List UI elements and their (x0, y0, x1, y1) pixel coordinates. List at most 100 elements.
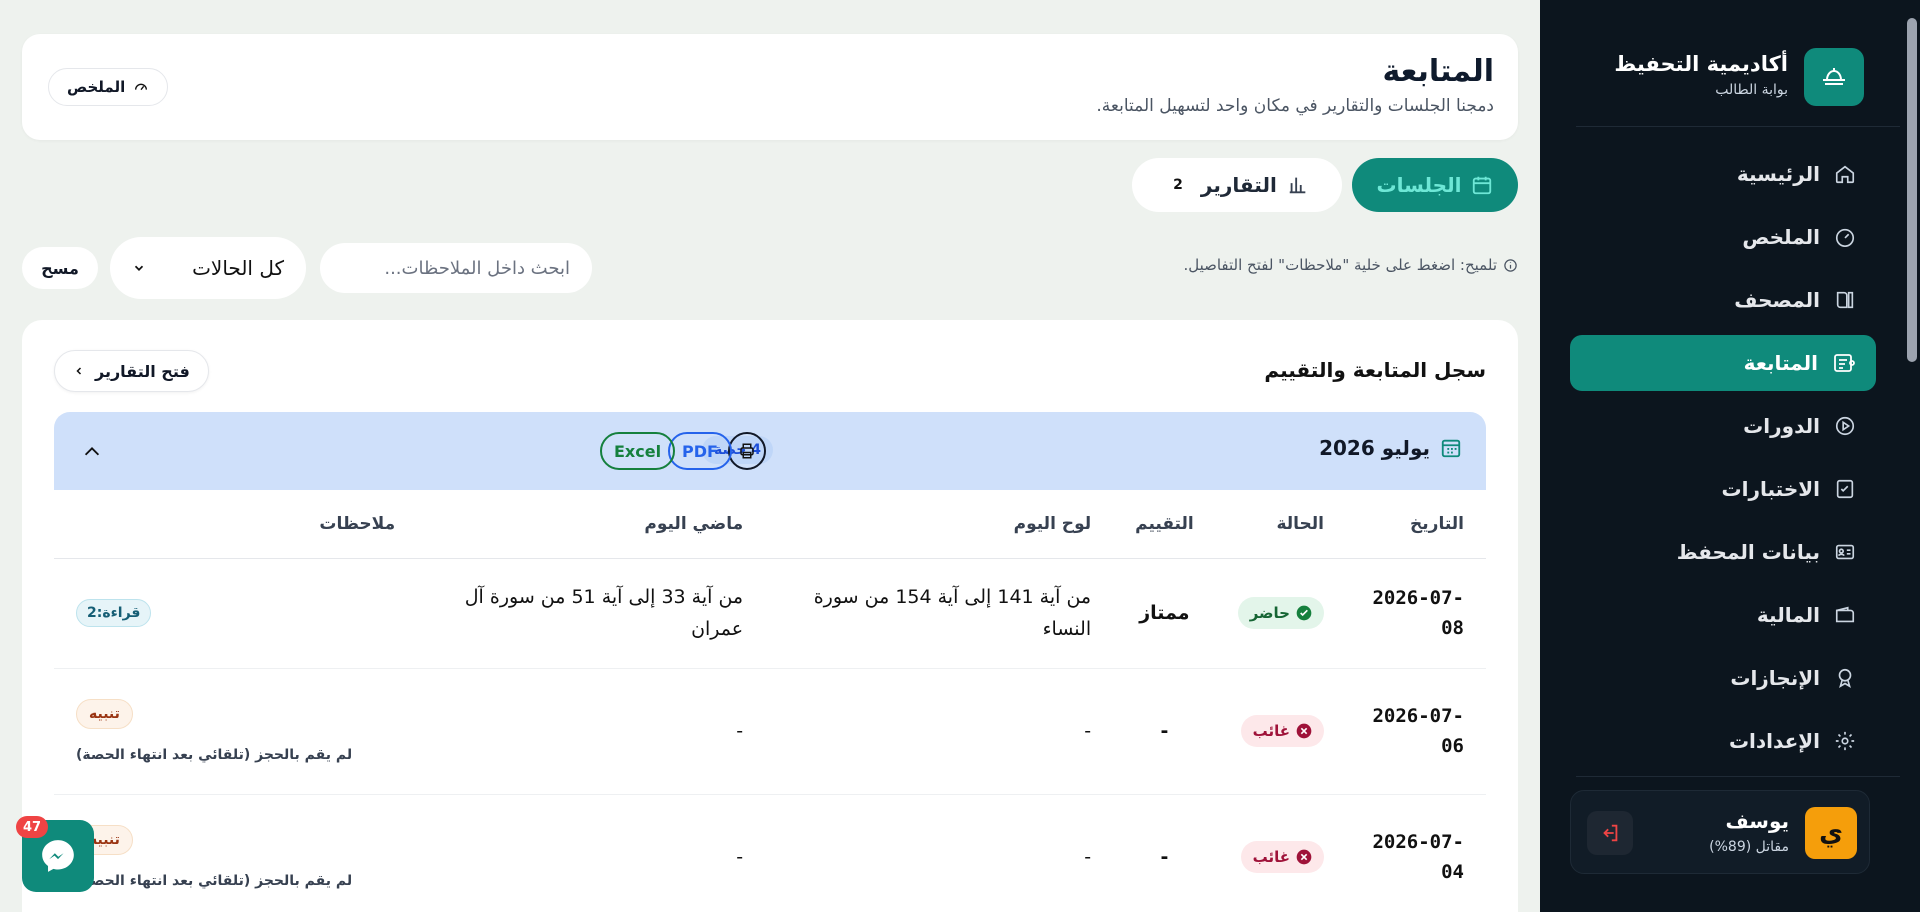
date-cell: 2026-07-06 (1346, 668, 1486, 795)
month-label: يوليو 2026 (1319, 436, 1462, 460)
sidebar-item-label: المصحف (1734, 288, 1820, 312)
page-subtitle: دمجنا الجلسات والتقارير في مكان واحد لتس… (1096, 96, 1494, 116)
calendar-icon (1473, 176, 1492, 195)
status-filter-select[interactable]: كل الحالات (110, 237, 306, 299)
tab-sessions-label: الجلسات (1376, 173, 1462, 197)
export-pdf-button[interactable]: PDF (668, 432, 732, 470)
notes-cell[interactable]: تنبيه لم يقم بالحجز (تلقائي بعد انتهاء ا… (54, 794, 418, 912)
column-header-past: ماضي اليوم (417, 490, 766, 559)
header-card: المتابعة دمجنا الجلسات والتقارير في مكان… (22, 34, 1518, 140)
export-excel-button[interactable]: Excel (600, 432, 676, 470)
checklist-icon (1836, 479, 1854, 499)
academy-logo-icon (1804, 48, 1864, 106)
open-reports-button[interactable]: فتح التقارير (54, 350, 209, 392)
bar-chart-icon (1289, 177, 1306, 194)
sidebar-item-settings[interactable]: الإعدادات (1570, 713, 1876, 769)
tab-reports[interactable]: التقارير 2 (1132, 158, 1342, 212)
reports-count-badge: 2 (1165, 175, 1191, 195)
sidebar-item-home[interactable]: الرئيسية (1570, 146, 1876, 202)
main-content: المتابعة دمجنا الجلسات والتقارير في مكان… (0, 0, 1540, 912)
sidebar-item-tracking[interactable]: المتابعة (1570, 335, 1876, 391)
column-header-date: التاريخ (1346, 490, 1486, 559)
past-cell: - (417, 668, 766, 795)
chevron-up-icon (84, 447, 100, 456)
table-row[interactable]: 2026-07-08 حاضر ممتاز من آية 141 إلى آية… (54, 558, 1486, 669)
sidebar-item-courses[interactable]: الدورات (1570, 398, 1876, 454)
column-header-notes: ملاحظات (54, 490, 418, 559)
status-filter-value: كل الحالات (192, 256, 284, 280)
status-label: حاضر (1249, 604, 1290, 622)
table-row[interactable]: 2026-07-06 غائب - - - تنبيه لم يقم بالحج… (54, 668, 1486, 795)
messenger-icon (42, 840, 74, 872)
sidebar-item-label: المتابعة (1743, 351, 1818, 375)
sidebar-item-mushaf[interactable]: المصحف (1570, 272, 1876, 328)
sidebar-item-label: الملخص (1742, 225, 1820, 249)
tracking-table: التاريخ الحالة التقييم لوح اليوم ماضي ال… (54, 490, 1486, 912)
gauge-icon (135, 83, 148, 91)
page-title: المتابعة (1382, 54, 1494, 89)
sidebar-item-label: بيانات المحفظ (1676, 540, 1820, 564)
user-name: يوسف (1725, 809, 1789, 833)
sidebar-nav: الرئيسية الملخص المصحف المتابعة الدورات … (1570, 146, 1876, 776)
print-button[interactable] (728, 432, 766, 470)
tracking-log-card: سجل المتابعة والتقييم فتح التقارير يوليو… (22, 320, 1518, 912)
sidebar: أكاديمية التحفيظ بوابة الطالب الرئيسية ا… (1540, 0, 1920, 912)
sidebar-item-label: الإعدادات (1728, 729, 1820, 753)
month-text: يوليو 2026 (1319, 436, 1430, 460)
column-header-status: الحالة (1215, 490, 1346, 559)
table-header-row: التاريخ الحالة التقييم لوح اليوم ماضي ال… (54, 490, 1486, 559)
play-circle-icon (1835, 416, 1855, 436)
divider (1576, 776, 1900, 777)
brand: أكاديمية التحفيظ بوابة الطالب (1554, 48, 1864, 108)
brand-subtitle: بوابة الطالب (1715, 82, 1788, 98)
home-icon (1835, 165, 1855, 184)
notes-search-input[interactable] (320, 243, 592, 293)
sidebar-item-label: الدورات (1743, 414, 1820, 438)
grade-cell: ممتاز (1113, 558, 1216, 669)
avatar: ي (1805, 807, 1857, 859)
hint-text: تلميح: اضغط على خلية "ملاحظات" لفتح التف… (1183, 256, 1518, 274)
logout-icon (1603, 824, 1618, 842)
today-cell: - (765, 794, 1114, 912)
status-cell: حاضر (1215, 558, 1346, 669)
logout-button[interactable] (1587, 811, 1633, 855)
sidebar-item-exams[interactable]: الاختبارات (1570, 461, 1876, 517)
collapse-button[interactable] (78, 438, 106, 466)
status-badge: حاضر (1237, 597, 1324, 629)
x-circle-icon (1296, 849, 1312, 865)
warning-badge: تنبيه (76, 699, 133, 729)
hint-label: تلميح: اضغط على خلية "ملاحظات" لفتح التف… (1183, 256, 1497, 274)
clear-filters-button[interactable]: مسح (22, 247, 98, 289)
sidebar-item-finance[interactable]: المالية (1570, 587, 1876, 643)
status-cell: غائب (1215, 668, 1346, 795)
sidebar-item-label: الإنجازات (1730, 666, 1820, 690)
printer-icon (740, 443, 754, 459)
gauge-icon (1835, 228, 1855, 247)
book-icon (1836, 291, 1854, 309)
status-label: غائب (1252, 848, 1290, 866)
log-title: سجل المتابعة والتقييم (1264, 358, 1486, 382)
column-header-today: لوح اليوم (765, 490, 1114, 559)
today-cell: من آية 141 إلى آية 154 من سورة النساء (765, 558, 1114, 669)
scrollbar[interactable] (1904, 0, 1920, 912)
sidebar-item-summary[interactable]: الملخص (1570, 209, 1876, 265)
info-icon (1504, 258, 1517, 272)
note-text: لم يقم بالحجز (تلقائي بعد انتهاء الحصة) (76, 873, 353, 889)
chat-count-badge: 47 (16, 816, 48, 838)
month-group-header[interactable]: يوليو 2026 4 حصة PDF Excel (54, 412, 1486, 490)
date-cell: 2026-07-08 (1346, 558, 1486, 669)
sidebar-item-teacher-info[interactable]: بيانات المحفظ (1570, 524, 1876, 580)
summary-button[interactable]: الملخص (48, 68, 169, 106)
date-cell: 2026-07-04 (1346, 794, 1486, 912)
tab-sessions[interactable]: الجلسات (1352, 158, 1518, 212)
grade-cell: - (1113, 668, 1216, 795)
scrollbar-thumb[interactable] (1907, 18, 1917, 362)
notes-cell[interactable]: تنبيه لم يقم بالحجز (تلقائي بعد انتهاء ا… (54, 668, 418, 795)
tab-reports-label: التقارير (1200, 173, 1277, 197)
table-row[interactable]: 2026-07-04 غائب - - - تنبيه لم يقم بالحج… (54, 794, 1486, 912)
past-cell: من آية 33 إلى آية 51 من سورة آل عمران (417, 558, 766, 669)
status-badge: غائب (1240, 841, 1324, 873)
grade-cell: - (1113, 794, 1216, 912)
notes-cell[interactable]: قراءة:2 (54, 558, 418, 669)
sidebar-item-achievements[interactable]: الإنجازات (1570, 650, 1876, 706)
